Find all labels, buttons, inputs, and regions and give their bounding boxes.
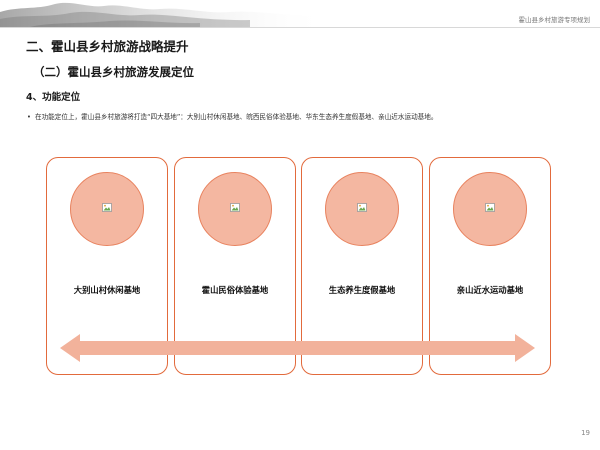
- card-image-circle: [453, 172, 527, 246]
- image-placeholder-icon: [102, 203, 112, 212]
- image-placeholder-icon: [230, 203, 240, 212]
- page-number: 19: [581, 429, 590, 437]
- header-divider: [0, 27, 600, 28]
- card-label: 霍山民俗体验基地: [201, 285, 269, 295]
- image-placeholder-icon: [357, 203, 367, 212]
- header-title: 霍山县乡村旅游专项规划: [518, 16, 591, 24]
- card-image-circle: [325, 172, 399, 246]
- subsection-heading: （二）霍山县乡村旅游发展定位: [33, 65, 194, 79]
- image-placeholder-icon: [485, 203, 495, 212]
- bullet-text: 在功能定位上，霍山县乡村旅游将打造“四大基地”：大别山村休闲基地、皖西民俗体验基…: [35, 113, 438, 121]
- header-band: [0, 0, 600, 30]
- bullet-paragraph: • 在功能定位上，霍山县乡村旅游将打造“四大基地”：大别山村休闲基地、皖西民俗体验…: [27, 111, 437, 121]
- card-label: 大别山村休闲基地: [73, 285, 141, 295]
- card-label: 生态养生度假基地: [328, 285, 396, 295]
- card-image-circle: [70, 172, 144, 246]
- bullet-marker: •: [27, 113, 31, 121]
- double-headed-arrow-icon: [60, 334, 535, 362]
- card-image-circle: [198, 172, 272, 246]
- section-heading: 二、霍山县乡村旅游战略提升: [26, 39, 189, 54]
- card-label: 亲山近水运动基地: [456, 285, 524, 295]
- ink-landscape-icon: [0, 2, 330, 27]
- topic-heading: 4、功能定位: [26, 92, 81, 103]
